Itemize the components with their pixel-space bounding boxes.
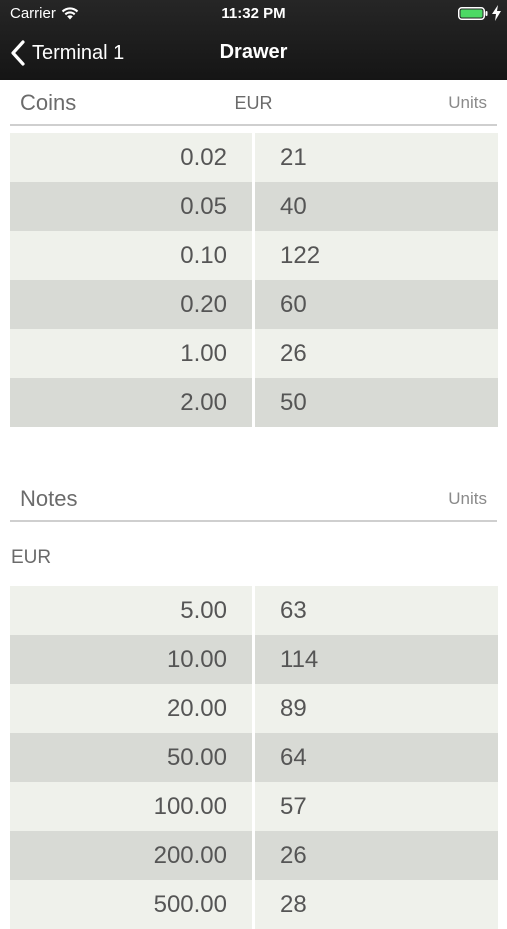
coins-table: 0.02 21 0.05 40 0.10 122 0.20 60 1.00 26… (10, 133, 498, 427)
coin-row[interactable]: 2.00 50 (10, 378, 498, 427)
coin-unit-count[interactable]: 60 (280, 280, 307, 329)
coins-section-header: Coins EUR Units (10, 80, 497, 126)
note-row[interactable]: 100.00 57 (10, 782, 498, 831)
note-unit-count[interactable]: 26 (280, 831, 307, 880)
note-row[interactable]: 200.00 26 (10, 831, 498, 880)
coins-currency-label: EUR (234, 93, 273, 113)
coin-unit-count[interactable]: 50 (280, 378, 307, 427)
note-denomination: 200.00 (153, 842, 227, 869)
top-bar: Carrier 11:32 PM Terminal 1 Drawer (0, 0, 507, 80)
coin-row[interactable]: 0.02 21 (10, 133, 498, 182)
status-bar: Carrier 11:32 PM (0, 0, 507, 28)
note-unit-count[interactable]: 89 (280, 684, 307, 733)
coin-unit-count[interactable]: 122 (280, 231, 320, 280)
note-row[interactable]: 10.00 114 (10, 635, 498, 684)
chevron-left-icon (11, 40, 25, 66)
coin-denomination: 0.20 (180, 291, 227, 318)
coin-row[interactable]: 1.00 26 (10, 329, 498, 378)
note-row[interactable]: 20.00 89 (10, 684, 498, 733)
coin-row[interactable]: 0.20 60 (10, 280, 498, 329)
status-time: 11:32 PM (221, 5, 286, 22)
charging-bolt-icon (492, 5, 501, 21)
note-denomination: 5.00 (180, 597, 227, 624)
back-button[interactable]: Terminal 1 (10, 36, 124, 70)
coin-denomination: 0.05 (180, 193, 227, 220)
back-button-label: Terminal 1 (32, 41, 125, 64)
note-denomination: 500.00 (153, 891, 227, 918)
note-denomination: 10.00 (166, 646, 227, 673)
note-unit-count[interactable]: 114 (280, 635, 318, 684)
note-unit-count[interactable]: 57 (280, 782, 307, 831)
note-row[interactable]: 5.00 63 (10, 586, 498, 635)
note-row[interactable]: 500.00 28 (10, 880, 498, 929)
note-row[interactable]: 50.00 64 (10, 733, 498, 782)
coin-denomination: 0.02 (180, 144, 227, 171)
coin-unit-count[interactable]: 40 (280, 182, 307, 231)
navigation-bar: Terminal 1 Drawer (0, 28, 507, 78)
note-denomination: 100.00 (153, 793, 227, 820)
coin-unit-count[interactable]: 26 (280, 329, 307, 378)
coin-denomination: 2.00 (180, 389, 227, 416)
notes-table: 5.00 63 10.00 114 20.00 89 50.00 64 100.… (10, 586, 498, 929)
coin-denomination: 0.10 (180, 242, 227, 269)
notes-units-header: Units (448, 489, 487, 508)
note-unit-count[interactable]: 63 (280, 586, 307, 635)
coin-denomination: 1.00 (180, 340, 227, 367)
note-unit-count[interactable]: 64 (280, 733, 307, 782)
notes-section-title: Notes (20, 486, 78, 511)
battery-icon (458, 7, 488, 20)
coins-units-header: Units (448, 93, 487, 112)
note-denomination: 50.00 (166, 744, 227, 771)
coin-unit-count[interactable]: 21 (280, 133, 307, 182)
note-denomination: 20.00 (166, 695, 227, 722)
notes-section-header: Notes Units (10, 476, 497, 522)
coin-row[interactable]: 0.05 40 (10, 182, 498, 231)
coin-row[interactable]: 0.10 122 (10, 231, 498, 280)
note-unit-count[interactable]: 28 (280, 880, 307, 929)
notes-currency-label: EUR (11, 547, 52, 568)
